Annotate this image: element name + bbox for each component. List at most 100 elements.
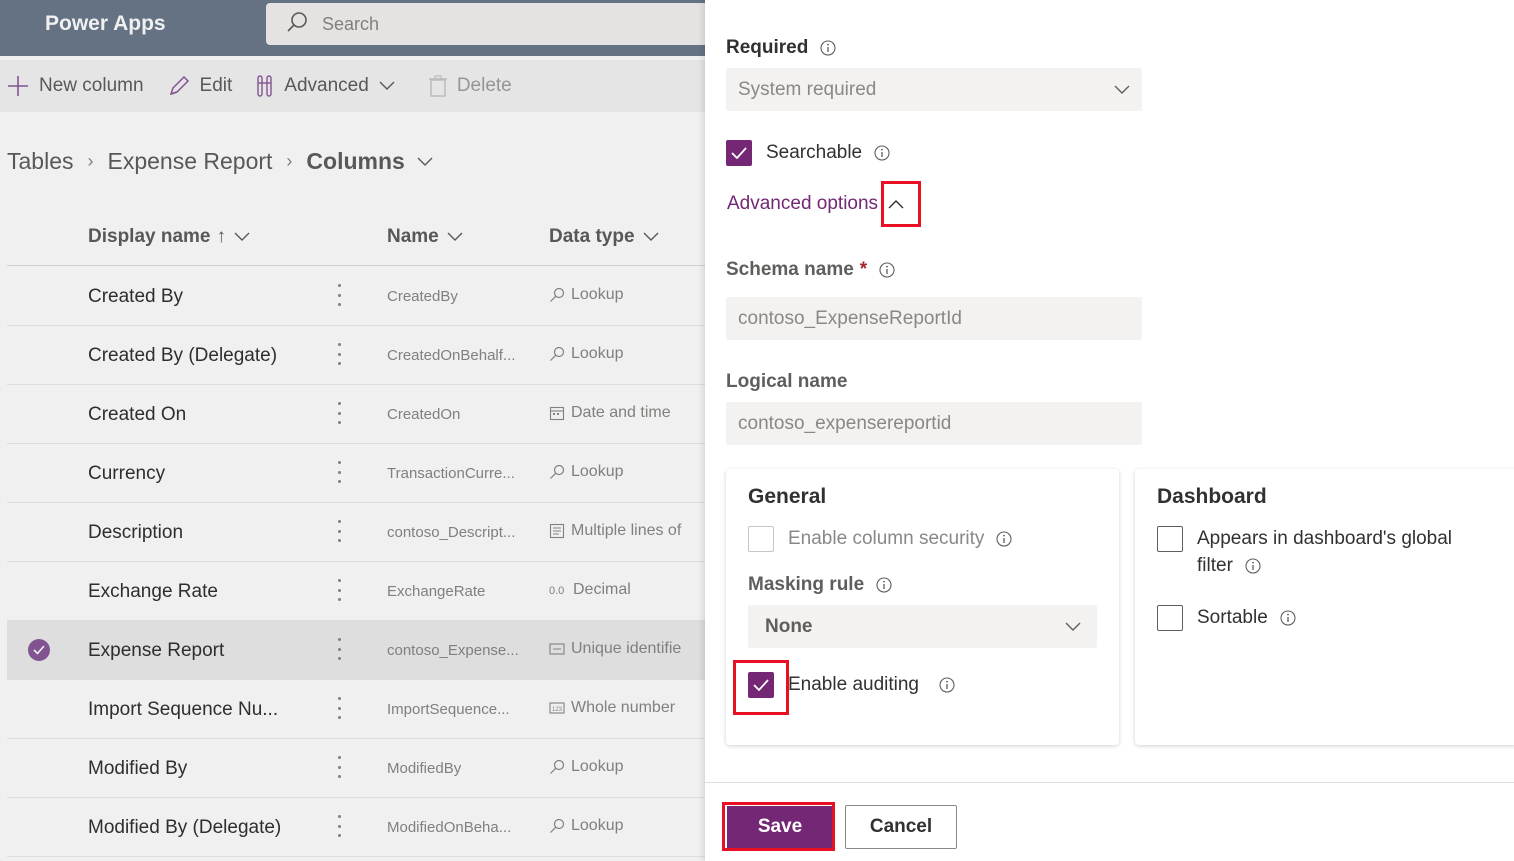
delete-button[interactable]: Delete — [428, 75, 512, 97]
chevron-right-icon: › — [286, 151, 293, 171]
info-icon[interactable] — [820, 40, 836, 56]
required-dropdown[interactable]: System required — [726, 68, 1142, 111]
info-icon[interactable] — [874, 145, 890, 161]
schema-name-field[interactable]: contoso_ExpenseReportId — [726, 297, 1142, 340]
dashboard-title: Dashboard — [1157, 485, 1267, 508]
chevron-down-icon — [1114, 85, 1130, 94]
column-security-row: Enable column security — [748, 526, 1012, 552]
svg-text:0.0: 0.0 — [549, 585, 564, 597]
svg-text:123: 123 — [552, 707, 563, 713]
sort-ascending-icon: ↑ — [216, 226, 227, 247]
search-box[interactable]: Search — [266, 3, 705, 45]
command-bar: New column Edit Advanced Delete — [0, 60, 705, 112]
row-display-name[interactable]: Exchange Rate — [88, 581, 218, 603]
logical-name-field[interactable]: contoso_expensereportid — [726, 402, 1142, 445]
info-icon[interactable] — [876, 577, 892, 593]
table-row[interactable]: Description contoso_Descript... Multiple l… — [7, 503, 705, 562]
info-icon[interactable] — [939, 677, 955, 693]
more-options-icon[interactable] — [333, 458, 345, 486]
tools-icon — [257, 75, 272, 97]
info-icon[interactable] — [1245, 557, 1261, 574]
more-options-icon[interactable] — [333, 812, 345, 840]
info-icon[interactable] — [996, 531, 1012, 547]
auditing-label: Enable auditing — [788, 674, 919, 695]
row-display-name[interactable]: Modified By (Delegate) — [88, 817, 281, 839]
lookup-icon — [549, 818, 565, 834]
global-filter-checkbox[interactable] — [1157, 526, 1183, 552]
searchable-checkbox[interactable] — [726, 140, 752, 166]
table-row[interactable]: Modified By (Delegate) ModifiedOnBeha... L… — [7, 798, 705, 857]
more-options-icon[interactable] — [333, 753, 345, 781]
column-header-name[interactable]: Name — [387, 226, 463, 248]
table-row[interactable]: Currency TransactionCurre... Lookup — [7, 444, 705, 503]
column-security-checkbox[interactable] — [748, 526, 774, 552]
row-logical-name: ModifiedOnBeha... — [387, 819, 512, 836]
schema-name-value: contoso_ExpenseReportId — [738, 307, 962, 329]
breadcrumb-current[interactable]: Columns — [306, 148, 404, 175]
masking-rule-dropdown[interactable]: None — [748, 605, 1097, 648]
edit-button[interactable]: Edit — [168, 75, 233, 97]
breadcrumb-tables[interactable]: Tables — [7, 148, 73, 175]
masking-rule-label-row: Masking rule — [748, 574, 892, 596]
advanced-options-toggle[interactable]: Advanced options — [727, 193, 904, 215]
global-filter-line2: filter — [1197, 552, 1452, 579]
more-options-icon[interactable] — [333, 281, 345, 309]
sortable-checkbox[interactable] — [1157, 605, 1183, 631]
row-selected-check-icon[interactable] — [28, 639, 50, 661]
row-data-type: Date and time — [549, 404, 671, 422]
row-display-name[interactable]: Created On — [88, 404, 186, 426]
row-display-name[interactable]: Expense Report — [88, 640, 224, 662]
required-value: System required — [738, 78, 877, 100]
lookup-icon — [549, 287, 565, 303]
global-filter-row: Appears in dashboard's global filter — [1157, 526, 1452, 579]
advanced-button[interactable]: Advanced — [256, 75, 405, 97]
more-options-icon[interactable] — [333, 576, 345, 604]
chevron-down-icon[interactable] — [417, 157, 433, 167]
table-row[interactable]: Import Sequence Nu... ImportSequence... 12… — [7, 680, 705, 739]
table-row[interactable]: Created On CreatedOn Date and time — [7, 385, 705, 444]
table-row[interactable]: Exchange Rate ExchangeRate 0.0 Decimal — [7, 562, 705, 621]
more-options-icon[interactable] — [333, 517, 345, 545]
more-options-icon[interactable] — [333, 399, 345, 427]
new-column-button[interactable]: New column — [7, 75, 144, 97]
row-display-name[interactable]: Description — [88, 522, 183, 544]
name-header-label: Name — [387, 226, 439, 247]
breadcrumb-table[interactable]: Expense Report — [107, 148, 272, 175]
app-title[interactable]: Power Apps — [45, 12, 166, 36]
row-display-name[interactable]: Created By — [88, 286, 183, 308]
info-icon[interactable] — [879, 262, 895, 278]
more-options-icon[interactable] — [333, 635, 345, 663]
row-display-name[interactable]: Currency — [88, 463, 165, 485]
row-logical-name: ImportSequence... — [387, 701, 510, 718]
required-asterisk: * — [859, 259, 868, 280]
plus-icon — [8, 76, 28, 96]
row-display-name[interactable]: Created By (Delegate) — [88, 345, 277, 367]
row-display-name[interactable]: Modified By — [88, 758, 187, 780]
advanced-label: Advanced — [284, 75, 369, 96]
table-row[interactable]: Expense Report contoso_Expense... Unique i… — [7, 621, 705, 680]
column-security-label: Enable column security — [788, 528, 985, 549]
table-row[interactable]: Created By (Delegate) CreatedOnBehalf... L… — [7, 326, 705, 385]
row-data-type: Lookup — [549, 345, 624, 363]
sortable-row: Sortable — [1157, 605, 1296, 631]
lookup-icon — [549, 759, 565, 775]
general-title: General — [748, 485, 827, 508]
edit-label: Edit — [199, 75, 233, 96]
grid-header: Display name ↑ Name Data type — [7, 212, 705, 266]
logical-name-label: Logical name — [726, 371, 848, 392]
row-data-type-label: Lookup — [571, 758, 624, 775]
searchable-checkbox-row: Searchable — [726, 140, 890, 166]
row-data-type: Lookup — [549, 463, 624, 481]
search-icon — [286, 11, 308, 38]
delete-label: Delete — [456, 75, 512, 96]
column-header-data-type[interactable]: Data type — [549, 226, 659, 248]
column-edit-panel: Required System required Searchable Adva… — [705, 0, 1514, 861]
row-display-name[interactable]: Import Sequence Nu... — [88, 699, 278, 721]
cancel-button[interactable]: Cancel — [845, 805, 957, 849]
table-row[interactable]: Created By CreatedBy Lookup — [7, 267, 705, 326]
more-options-icon[interactable] — [333, 694, 345, 722]
column-header-display-name[interactable]: Display name ↑ — [88, 226, 250, 248]
more-options-icon[interactable] — [333, 340, 345, 368]
info-icon[interactable] — [1280, 610, 1296, 626]
table-row[interactable]: Modified By ModifiedBy Lookup — [7, 739, 705, 798]
